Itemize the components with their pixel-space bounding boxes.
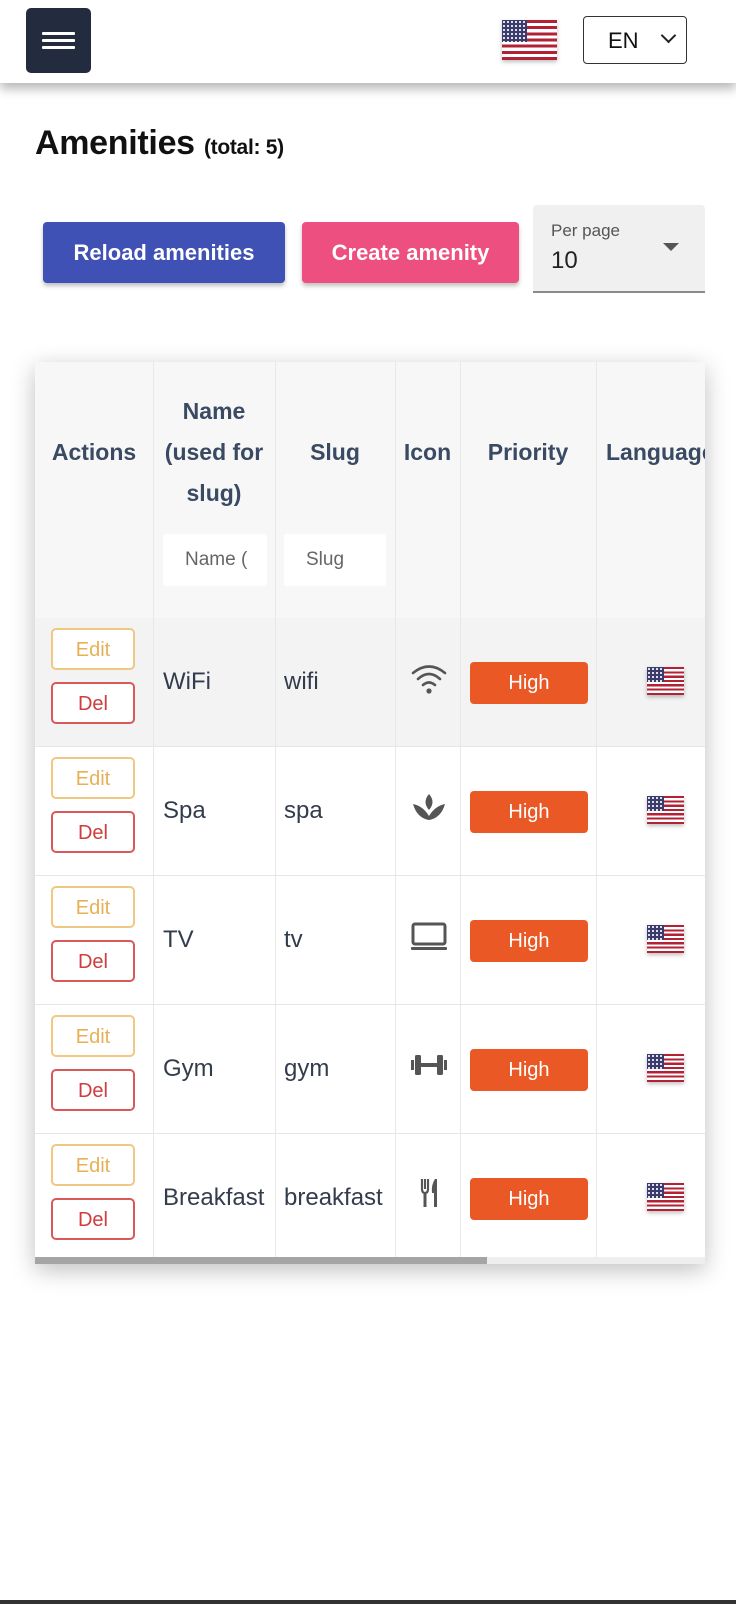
slug-filter-input[interactable]: Slug [284,534,386,586]
reload-amenities-button[interactable]: Reload amenities [43,222,285,283]
menu-line [42,46,75,49]
amenity-name: Gym [163,1055,214,1082]
amenity-slug: gym [284,1055,330,1082]
priority-badge[interactable]: High [470,662,588,704]
priority-badge[interactable]: High [470,1178,588,1220]
dumbbell-icon [411,1055,447,1075]
header-name-line: (used for [164,439,264,465]
hamburger-menu-button[interactable] [26,8,91,73]
per-page-label: Per page [551,221,620,240]
header-name-line: Name [182,398,246,424]
header-language: Language [606,439,705,465]
amenity-name: TV [163,926,194,953]
us-flag-icon [647,1183,684,1211]
dropdown-arrow-icon [663,243,679,251]
us-flag-icon [647,667,684,695]
header-name-line: slug) [186,480,242,506]
header-slug[interactable]: Slug [275,432,395,473]
edit-button[interactable]: Edit [51,1015,135,1057]
edit-button[interactable]: Edit [51,757,135,799]
table-row [35,747,705,876]
amenity-slug: breakfast [284,1184,383,1211]
amenity-name: Spa [163,797,206,824]
table-row [35,1005,705,1134]
wifi-icon [411,665,447,694]
edit-button[interactable]: Edit [51,628,135,670]
fork-knife-icon [420,1179,437,1207]
us-flag-icon [647,925,684,953]
menu-line [42,32,75,35]
priority-badge[interactable]: High [470,920,588,962]
spa-icon [413,794,445,820]
header-icon: Icon [403,439,452,465]
header-priority[interactable]: Priority [460,432,596,473]
language-select[interactable]: EN [583,16,687,64]
us-flag-icon[interactable] [502,20,557,60]
amenity-slug: wifi [284,668,319,695]
delete-button[interactable]: Del [51,682,135,724]
scrollbar-thumb[interactable] [35,1257,487,1264]
delete-button[interactable]: Del [51,1069,135,1111]
delete-button[interactable]: Del [51,940,135,982]
page-title-text: Amenities [35,124,195,162]
delete-button[interactable]: Del [51,1198,135,1240]
name-filter-input[interactable]: Name ( [163,534,267,586]
us-flag-icon [647,796,684,824]
amenity-slug: tv [284,926,303,953]
per-page-value: 10 [551,247,578,274]
us-flag-icon [647,1054,684,1082]
menu-line [42,39,75,42]
table-row [35,876,705,1005]
total-count: (total: 5) [203,136,284,159]
amenity-name: WiFi [163,668,211,695]
top-bar: EN [0,0,736,83]
header-name[interactable]: Name (used for slug) [153,391,275,514]
edit-button[interactable]: Edit [51,1144,135,1186]
language-value: EN [608,28,639,53]
header-actions: Actions [51,439,137,465]
amenity-slug: spa [284,797,323,824]
tv-icon [411,922,447,950]
priority-badge[interactable]: High [470,791,588,833]
bottom-divider [0,1600,736,1604]
amenities-table: Actions Name (used for slug) Slug Icon P… [35,362,705,1264]
table-row [35,618,705,747]
per-page-select[interactable]: Per page 10 [533,205,705,293]
page-title: Amenities (total: 5) [35,124,284,163]
amenity-name: Breakfast [163,1184,265,1211]
priority-badge[interactable]: High [470,1049,588,1091]
create-amenity-button[interactable]: Create amenity [302,222,519,283]
delete-button[interactable]: Del [51,811,135,853]
chevron-down-icon [660,27,677,44]
edit-button[interactable]: Edit [51,886,135,928]
